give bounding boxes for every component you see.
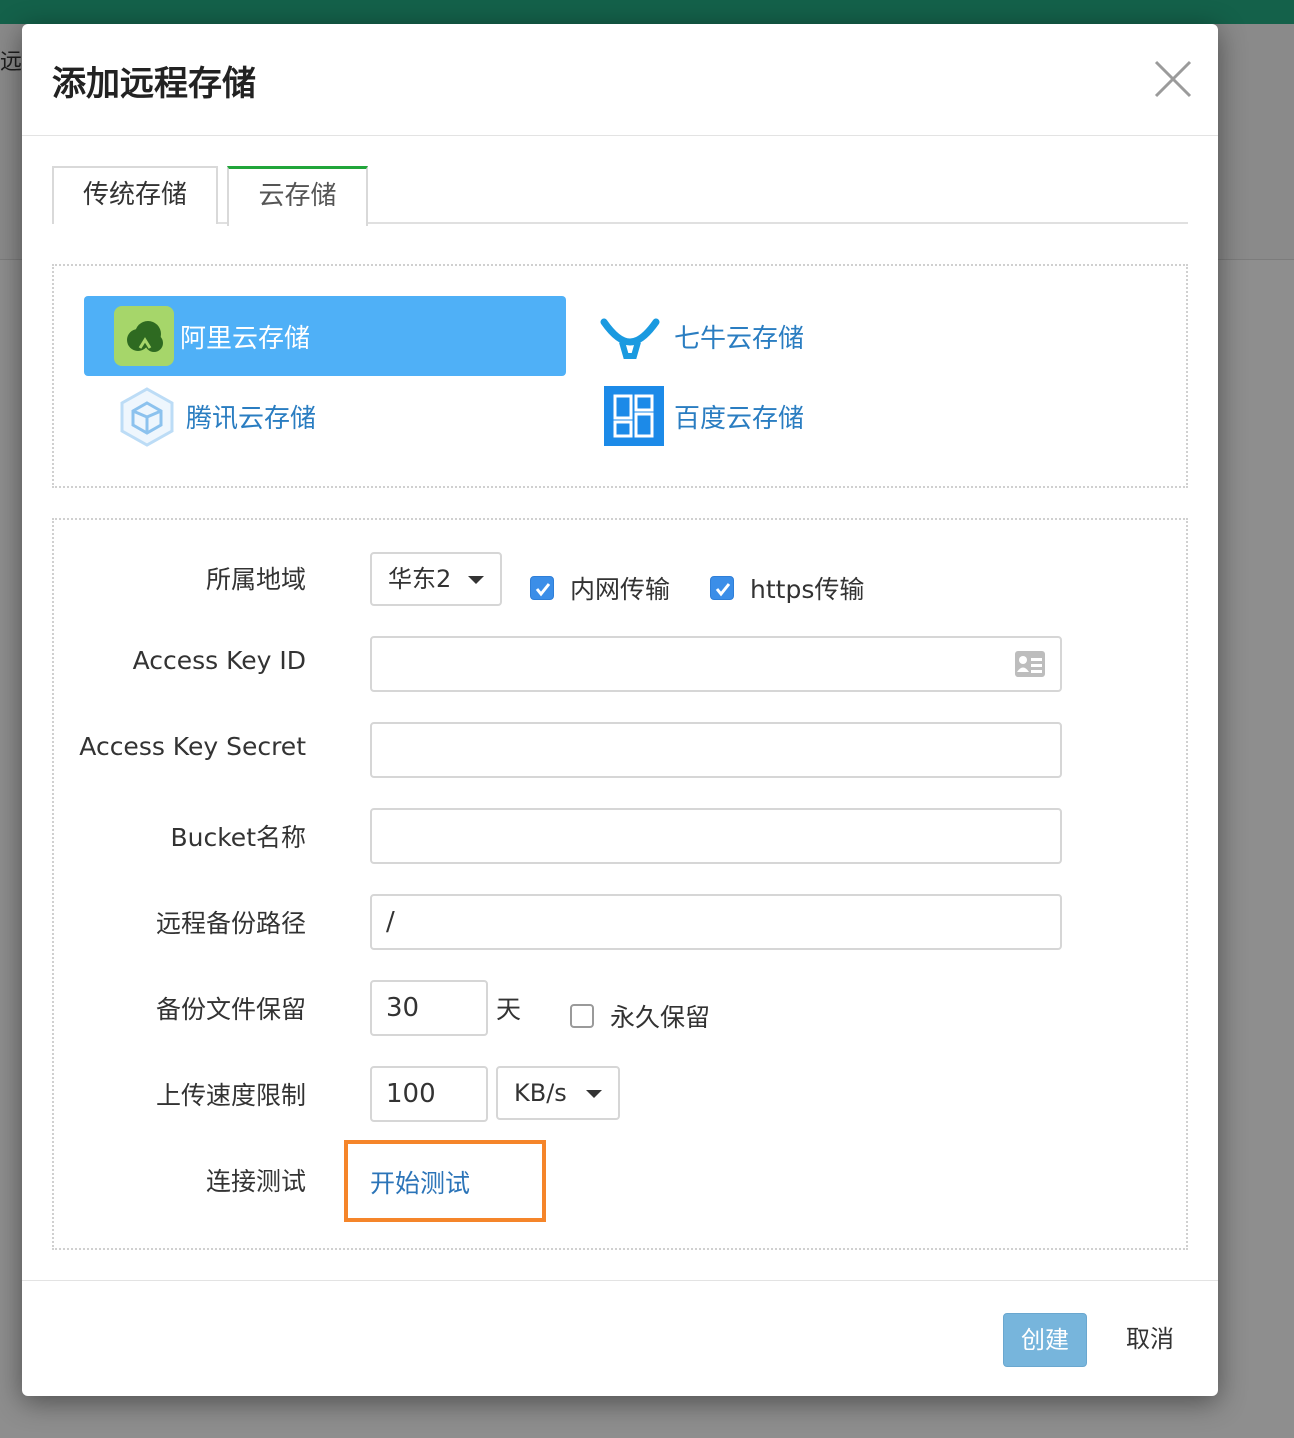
add-remote-storage-dialog: 添加远程存储 传统存储 云存储 阿里云存储 七牛云存储 腾讯云存储 百度云存储 … (22, 24, 1218, 1396)
speed-unit-value: KB/s (514, 1079, 567, 1107)
permanent-checkbox[interactable] (570, 1004, 594, 1028)
connection-test-label: 连接测试 (205, 1167, 306, 1196)
tab-traditional-storage[interactable]: 传统存储 (52, 166, 218, 224)
baidu-cloud-icon (604, 386, 664, 446)
provider-qiniu-label: 七牛云存储 (674, 324, 805, 354)
provider-aliyun-label: 阿里云存储 (180, 324, 311, 354)
backup-path-label: 远程备份路径 (155, 909, 306, 938)
region-value: 华东2 (388, 565, 452, 593)
retention-label: 备份文件保留 (155, 995, 306, 1024)
upload-speed-label: 上传速度限制 (155, 1081, 306, 1110)
chevron-down-icon (468, 576, 484, 584)
provider-selector: 阿里云存储 七牛云存储 腾讯云存储 百度云存储 (52, 264, 1188, 488)
access-key-id-label: Access Key ID (132, 646, 306, 675)
retention-input[interactable]: 30 (370, 980, 488, 1036)
region-select[interactable]: 华东2 (370, 552, 502, 606)
provider-baidu-label: 百度云存储 (674, 404, 805, 434)
aliyun-icon (114, 306, 174, 366)
create-button[interactable]: 创建 (1003, 1313, 1087, 1367)
provider-tencent-label: 腾讯云存储 (186, 404, 317, 434)
upload-speed-input[interactable]: 100 (370, 1066, 488, 1122)
retention-unit: 天 (496, 995, 522, 1024)
https-label: https传输 (750, 575, 865, 604)
upload-speed-value: 100 (386, 1079, 436, 1109)
provider-aliyun[interactable]: 阿里云存储 (84, 296, 566, 376)
bucket-label: Bucket名称 (170, 823, 306, 852)
dialog-header: 添加远程存储 (22, 24, 1218, 136)
contact-card-icon[interactable] (1014, 650, 1046, 678)
provider-tencent[interactable]: 腾讯云存储 (116, 376, 516, 456)
checkmark-icon (715, 583, 731, 597)
top-bar (0, 0, 1294, 24)
bucket-input[interactable] (370, 808, 1062, 864)
cancel-button[interactable]: 取消 (1108, 1313, 1192, 1367)
dialog-footer: 创建 取消 (22, 1280, 1218, 1396)
dialog-title: 添加远程存储 (52, 64, 256, 104)
provider-qiniu[interactable]: 七牛云存储 (600, 296, 1000, 376)
storage-config-form: 所属地域 华东2 内网传输 https传输 Access Key ID Acce… (52, 518, 1188, 1250)
region-label: 所属地域 (205, 565, 306, 594)
access-key-id-input[interactable] (370, 636, 1062, 692)
start-test-highlight: 开始测试 (344, 1140, 546, 1222)
access-key-secret-input[interactable] (370, 722, 1062, 778)
backup-path-value: / (386, 907, 395, 937)
https-checkbox[interactable] (710, 576, 734, 600)
background-partial-text: 远 (0, 50, 23, 75)
permanent-label: 永久保留 (610, 1003, 711, 1032)
intranet-checkbox[interactable] (530, 576, 554, 600)
close-icon[interactable] (1148, 54, 1198, 104)
intranet-label: 内网传输 (570, 575, 671, 604)
tab-cloud-storage[interactable]: 云存储 (227, 166, 368, 226)
speed-unit-select[interactable]: KB/s (496, 1066, 620, 1120)
retention-value: 30 (386, 993, 420, 1023)
start-test-link[interactable]: 开始测试 (370, 1164, 470, 1200)
chevron-down-icon (586, 1090, 602, 1098)
backup-path-input[interactable]: / (370, 894, 1062, 950)
access-key-secret-label: Access Key Secret (79, 732, 306, 761)
qiniu-icon (600, 318, 660, 359)
provider-baidu[interactable]: 百度云存储 (604, 376, 1004, 456)
tencent-cloud-icon (120, 387, 174, 447)
checkmark-icon (535, 583, 551, 597)
storage-tabs: 传统存储 云存储 (52, 164, 1188, 226)
